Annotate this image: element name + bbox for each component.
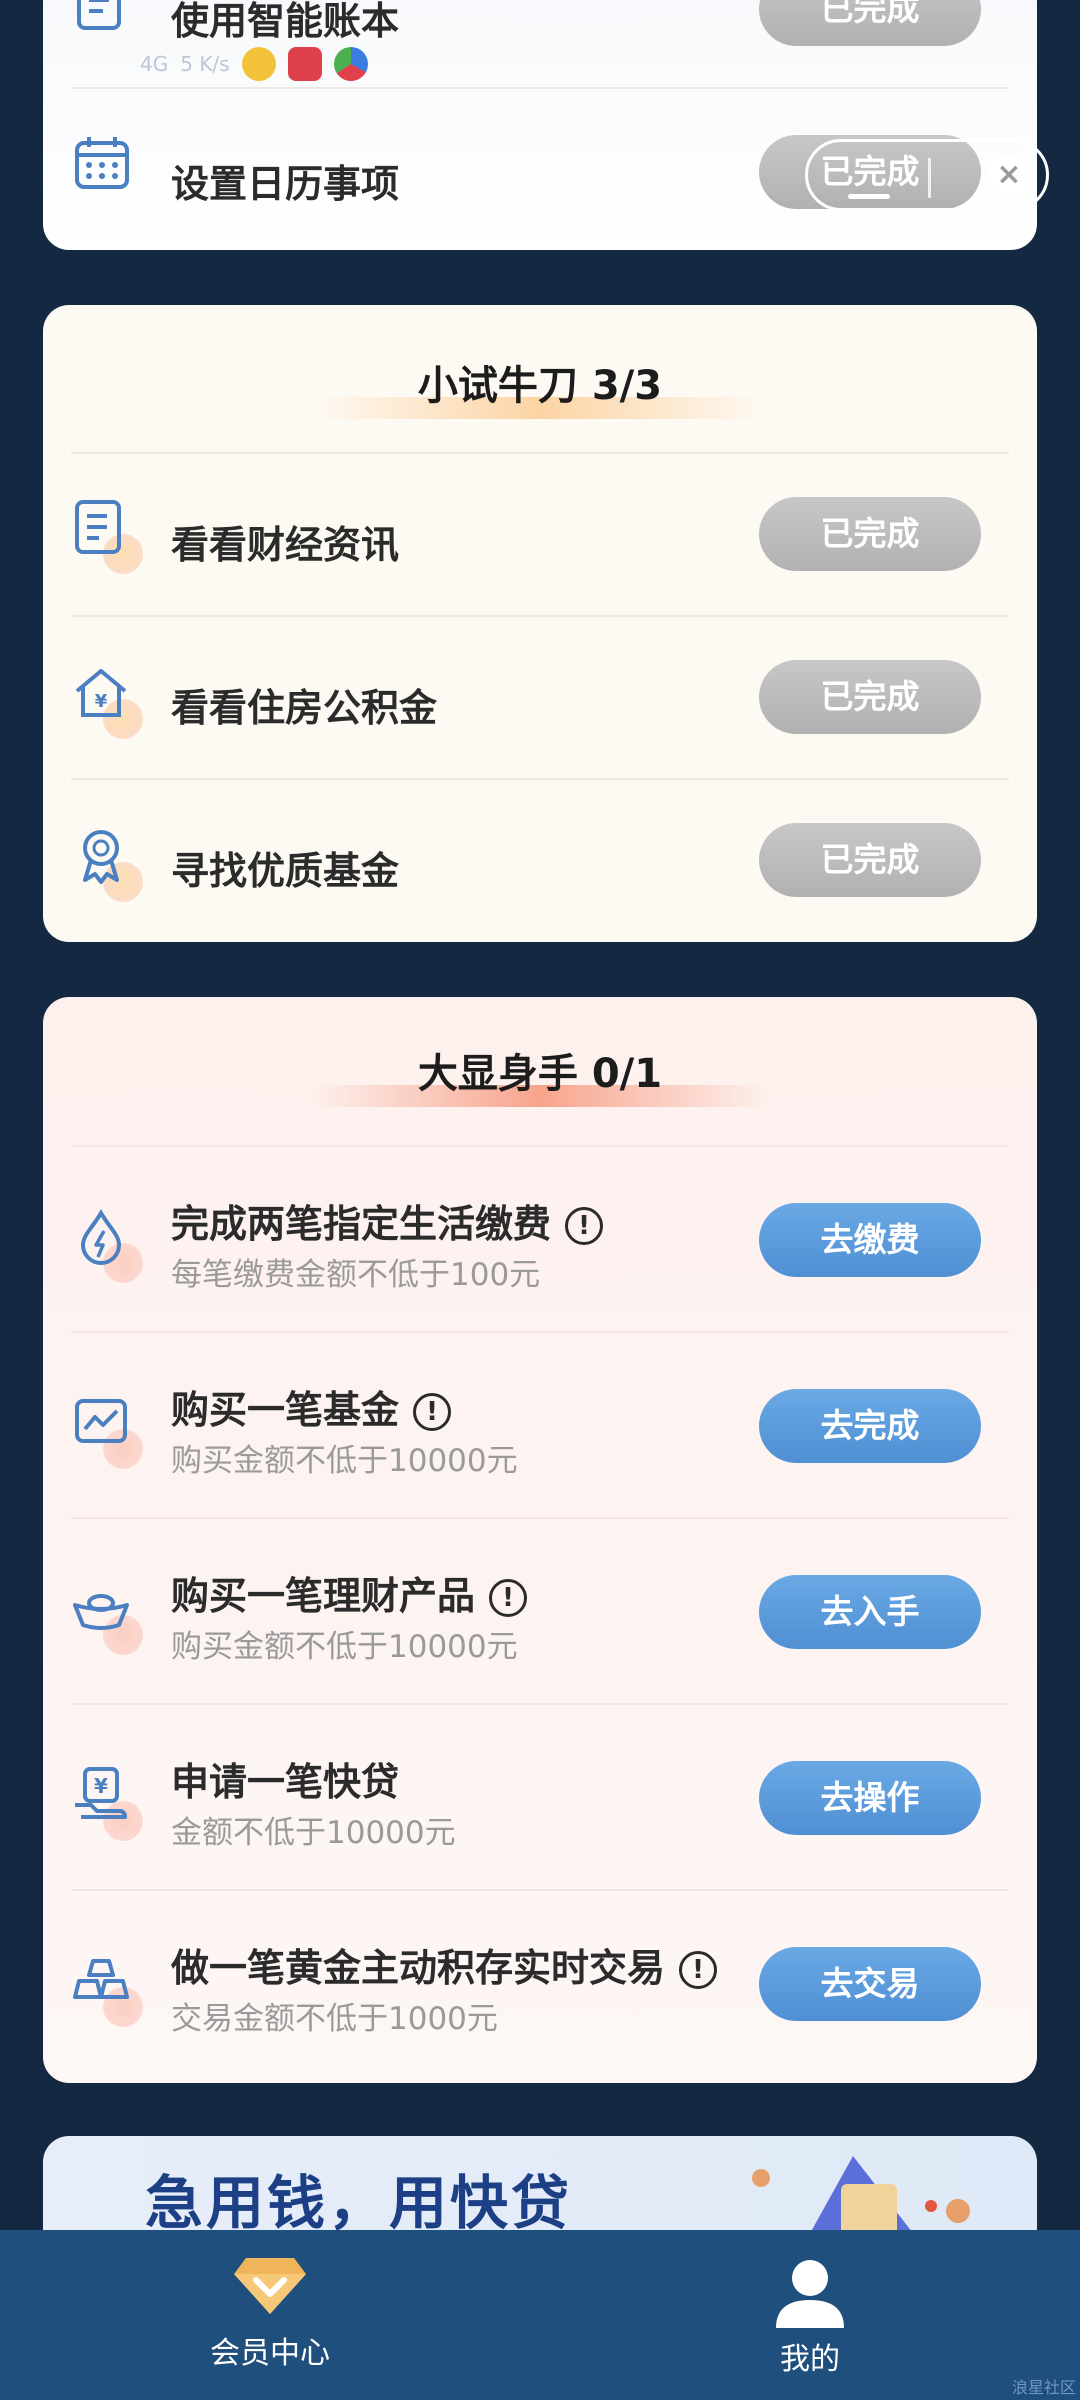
task-label: 看看住房公积金 bbox=[171, 686, 438, 730]
task-row: 看看财经资讯 已完成 bbox=[71, 452, 1009, 617]
section-title: 大显身手 0/1 bbox=[43, 1041, 1037, 1107]
gold-trade-button[interactable]: 去交易 bbox=[759, 1947, 981, 2021]
house-fund-icon: ¥ bbox=[71, 663, 143, 739]
ingot-icon bbox=[71, 1579, 143, 1655]
info-icon[interactable]: ! bbox=[679, 1951, 718, 1989]
task-label: 使用智能账本 bbox=[171, 0, 400, 43]
task-requirement: 金额不低于10000元 bbox=[171, 1815, 456, 1851]
task-label: 申请一笔快贷 bbox=[171, 1760, 400, 1804]
task-row: 做一笔黄金主动积存实时交易! 交易金额不低于1000元 去交易 bbox=[71, 1889, 1009, 2077]
task-label: 看看财经资讯 bbox=[171, 523, 400, 567]
app-notification-icon bbox=[287, 47, 322, 81]
tab-label: 我的 bbox=[780, 2342, 840, 2377]
network-speed: 5 K/s bbox=[180, 52, 230, 76]
section-title: 小试牛刀 3/3 bbox=[43, 353, 1037, 419]
task-requirement: 购买金额不低于10000元 bbox=[171, 1629, 518, 1665]
section-title-text: 小试牛刀 3/3 bbox=[417, 363, 663, 409]
info-icon[interactable]: ! bbox=[413, 1393, 452, 1431]
award-ribbon-icon bbox=[71, 826, 143, 902]
pay-bill-button[interactable]: 去缴费 bbox=[759, 1203, 981, 1277]
completed-button[interactable]: 已完成 bbox=[759, 823, 981, 897]
daily-tasks-card: 使用智能账本 已完成 设置日历事项 已完成 bbox=[43, 0, 1037, 250]
task-label: 做一笔黄金主动积存实时交易! bbox=[171, 1937, 718, 1992]
mini-program-capsule: × bbox=[805, 139, 1049, 211]
menu-icon[interactable] bbox=[848, 194, 890, 199]
tasks-card-beginner: 小试牛刀 3/3 看看财经资讯 已完成 ¥ 看看住房公积金 已完成 寻找优质基金… bbox=[43, 305, 1037, 942]
task-row: 购买一笔理财产品! 购买金额不低于10000元 去入手 bbox=[71, 1517, 1009, 1705]
completed-button[interactable]: 已完成 bbox=[759, 660, 981, 734]
tasks-card-advanced: 大显身手 0/1 完成两笔指定生活缴费! 每笔缴费金额不低于100元 去缴费 购… bbox=[43, 997, 1037, 2083]
tab-member-center[interactable]: 会员中心 bbox=[0, 2230, 540, 2400]
task-requirement: 交易金额不低于1000元 bbox=[171, 2001, 498, 2037]
news-icon bbox=[71, 498, 143, 574]
browser-app-icon bbox=[333, 47, 368, 81]
diamond-icon bbox=[234, 2258, 306, 2314]
chart-icon bbox=[71, 1393, 143, 1469]
banner-text: 急用钱，用快贷 bbox=[145, 2169, 573, 2237]
ledger-icon bbox=[71, 0, 137, 54]
signal-indicator: 4G bbox=[140, 52, 169, 76]
apply-loan-button[interactable]: 去操作 bbox=[759, 1761, 981, 1835]
completed-button[interactable]: 已完成 bbox=[759, 497, 981, 571]
tab-label: 会员中心 bbox=[210, 2336, 330, 2371]
task-requirement: 每笔缴费金额不低于100元 bbox=[171, 1257, 541, 1293]
task-row: ¥ 看看住房公积金 已完成 bbox=[71, 615, 1009, 780]
buy-fund-button[interactable]: 去完成 bbox=[759, 1389, 981, 1463]
info-icon[interactable]: ! bbox=[489, 1579, 528, 1617]
task-requirement: 购买金额不低于10000元 bbox=[171, 1443, 518, 1479]
task-row: 购买一笔基金! 购买金额不低于10000元 去完成 bbox=[71, 1331, 1009, 1519]
status-bar: 4G 5 K/s bbox=[140, 44, 368, 84]
watermark: 浪星社区 bbox=[1011, 2378, 1076, 2397]
gold-bars-icon bbox=[71, 1951, 143, 2027]
task-row: 完成两笔指定生活缴费! 每笔缴费金额不低于100元 去缴费 bbox=[71, 1145, 1009, 1333]
task-label: 购买一笔理财产品! bbox=[171, 1565, 528, 1620]
calendar-icon bbox=[71, 133, 137, 209]
bottom-tab-bar: 会员中心 我的 浪星社区 bbox=[0, 2230, 1080, 2400]
tab-mine[interactable]: 我的 bbox=[540, 2230, 1080, 2400]
user-icon bbox=[776, 2260, 844, 2328]
svg-text:¥: ¥ bbox=[95, 691, 108, 712]
task-label: 寻找优质基金 bbox=[171, 849, 400, 893]
task-label: 设置日历事项 bbox=[171, 162, 400, 206]
capsule-divider bbox=[928, 158, 931, 198]
buy-wealth-product-button[interactable]: 去入手 bbox=[759, 1575, 981, 1649]
task-label: 购买一笔基金! bbox=[171, 1379, 452, 1434]
security-shield-icon bbox=[241, 47, 276, 81]
water-drop-icon bbox=[71, 1207, 143, 1283]
completed-button[interactable]: 已完成 bbox=[759, 0, 981, 46]
task-row: ¥ 申请一笔快贷 金额不低于10000元 去操作 bbox=[71, 1703, 1009, 1891]
task-label: 完成两笔指定生活缴费! bbox=[171, 1193, 604, 1248]
svg-text:¥: ¥ bbox=[94, 1774, 108, 1798]
task-row: 寻找优质基金 已完成 bbox=[71, 778, 1009, 942]
loan-hand-icon: ¥ bbox=[71, 1765, 143, 1841]
section-title-text: 大显身手 0/1 bbox=[417, 1051, 663, 1097]
close-icon[interactable]: × bbox=[988, 154, 1030, 196]
info-icon[interactable]: ! bbox=[565, 1207, 604, 1245]
